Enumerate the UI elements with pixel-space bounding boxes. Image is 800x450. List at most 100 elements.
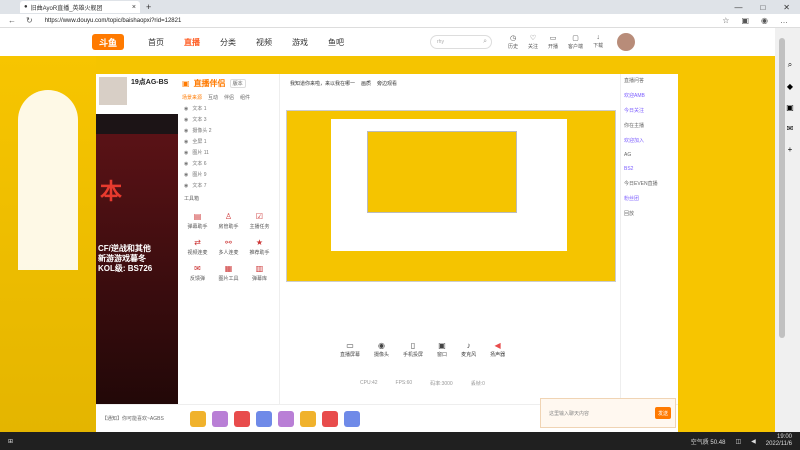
tool-recommend[interactable]: ★ 推荐助手 xyxy=(246,236,273,258)
tool-room-admin[interactable]: ♙ 房管助手 xyxy=(215,210,242,232)
source-item[interactable]: ◉ 全屏 1 xyxy=(178,136,279,147)
send-button[interactable]: 发送 xyxy=(655,407,671,419)
eye-icon[interactable]: ◉ xyxy=(184,150,188,156)
nav-live[interactable]: 直播 xyxy=(184,37,200,48)
gift-item[interactable] xyxy=(211,410,228,427)
follow-button[interactable]: ♡ 关注 xyxy=(528,34,538,50)
refresh-icon[interactable]: ↻ xyxy=(26,16,33,25)
poster-graphic: 本 xyxy=(100,179,123,204)
nav-game[interactable]: 游戏 xyxy=(292,37,308,48)
tool-label: 弹幕库 xyxy=(251,276,267,282)
eye-icon[interactable]: ◉ xyxy=(184,161,188,167)
gift-item[interactable] xyxy=(343,410,360,427)
profile-icon[interactable]: ◉ xyxy=(761,16,768,25)
client-button[interactable]: ▢ 客户端 xyxy=(568,34,583,50)
favorite-icon[interactable]: ☆ xyxy=(722,16,729,25)
source-item[interactable]: ◉ 摄像头 2 xyxy=(178,125,279,136)
nav-home[interactable]: 首页 xyxy=(148,37,164,48)
tool-multi-link[interactable]: ⚯ 多人连麦 xyxy=(215,236,242,258)
back-icon[interactable]: ← xyxy=(8,16,16,25)
eye-icon[interactable]: ◉ xyxy=(184,128,188,134)
source-item[interactable]: ◉ 文本 7 xyxy=(178,180,279,191)
window-capture-button[interactable]: ▣ 窗口 xyxy=(437,341,447,358)
tool-feedback[interactable]: ✉ 反馈弹 xyxy=(184,262,211,284)
gift-item[interactable] xyxy=(277,410,294,427)
quality-button[interactable]: 画质 xyxy=(361,80,371,87)
speaker-button[interactable]: ◀ 扬声器 xyxy=(490,341,505,358)
eye-icon[interactable]: ◉ xyxy=(184,117,188,123)
site-search-input[interactable]: rhy ⌕ xyxy=(430,35,492,49)
close-window-button[interactable]: ✕ xyxy=(783,3,790,12)
office-icon[interactable]: ▣ xyxy=(786,103,794,112)
new-tab-icon[interactable]: + xyxy=(146,2,151,12)
address-bar: ← ↻ https://www.douyu.com/topic/baishaop… xyxy=(0,14,800,28)
volume-icon[interactable]: ◀ xyxy=(751,438,756,445)
eye-icon[interactable]: ◉ xyxy=(184,139,188,145)
network-icon[interactable]: ◫ xyxy=(735,438,741,445)
tool-danmu-assistant[interactable]: ▤ 弹幕助手 xyxy=(184,210,211,232)
download-button[interactable]: ↓ 下载 xyxy=(593,34,603,50)
history-button[interactable]: ◷ 历史 xyxy=(508,34,518,50)
clock[interactable]: 19:00 2022/11/6 xyxy=(766,434,792,448)
more-icon[interactable]: … xyxy=(780,16,788,25)
nav-category[interactable]: 分类 xyxy=(220,37,236,48)
clock-time: 19:00 xyxy=(776,434,792,440)
eye-icon[interactable]: ◉ xyxy=(184,183,188,189)
broadcast-button[interactable]: ▭ 开播 xyxy=(548,34,558,50)
camera-button[interactable]: ◉ 摄像头 xyxy=(374,341,389,358)
chat-input[interactable]: 这里输入聊天内容 发送 xyxy=(540,398,676,428)
gift-item[interactable] xyxy=(233,410,250,427)
mic-button[interactable]: ♪ 麦克风 xyxy=(461,341,476,358)
version-badge[interactable]: 版本 xyxy=(229,78,246,88)
gift-item[interactable] xyxy=(321,410,338,427)
site-logo[interactable]: 斗鱼 xyxy=(92,34,124,50)
live-player: 19点AG-BS 本 CF/逆战和其他 新游游戏暮冬 KOL级: BS726 ▣… xyxy=(96,74,678,432)
app-brand: ▣ 直播伴侣 版本 xyxy=(178,74,279,92)
tools-grid: ▤ 弹幕助手 ♙ 房管助手 ☑ 主播任务 ⇄ 视频连麦 ⚯ 多人连麦 ★ 推荐助手 ✉ 反馈弹… xyxy=(178,206,279,288)
eye-icon[interactable]: ◉ xyxy=(184,106,188,112)
url-field[interactable]: https://www.douyu.com/topic/baishaopxi?r… xyxy=(45,18,182,24)
bag-icon[interactable]: ◆ xyxy=(787,82,793,91)
camera-icon: ▭ xyxy=(549,35,557,42)
gift-item[interactable] xyxy=(189,410,206,427)
minimize-button[interactable]: — xyxy=(734,3,742,12)
source-item[interactable]: ◉ 文本 3 xyxy=(178,114,279,125)
tab-widgets[interactable]: 组件 xyxy=(240,94,250,101)
tab-scene-source[interactable]: 场景来源 xyxy=(182,94,202,101)
gift-item[interactable] xyxy=(255,410,272,427)
weather-label[interactable]: 空气质 50.48 xyxy=(691,437,726,446)
search-icon[interactable]: ⌕ xyxy=(483,38,487,46)
tab-partner[interactable]: 伴侣 xyxy=(224,94,234,101)
tab-interact[interactable]: 互动 xyxy=(208,94,218,101)
tool-danmu-lib[interactable]: ▥ 弹幕库 xyxy=(246,262,273,284)
source-item[interactable]: ◉ 文本 6 xyxy=(178,158,279,169)
maximize-button[interactable]: □ xyxy=(760,3,765,12)
source-item[interactable]: ◉ 图片 9 xyxy=(178,169,279,180)
collections-icon[interactable]: ▣ xyxy=(741,16,749,25)
brand-name: 直播伴侣 xyxy=(193,78,226,88)
phone-icon: ▯ xyxy=(410,340,416,350)
screen-capture-button[interactable]: ▭ 直播屏幕 xyxy=(340,341,360,358)
nav-video[interactable]: 视频 xyxy=(256,37,272,48)
outlook-icon[interactable]: ✉ xyxy=(787,124,794,133)
mic-icon: ♪ xyxy=(466,340,471,350)
add-icon[interactable]: + xyxy=(788,145,793,154)
browser-tab[interactable]: ● 旧曲AyoR直播_英雄火舰团 × xyxy=(20,1,140,13)
tool-streamer-task[interactable]: ☑ 主播任务 xyxy=(246,210,273,232)
source-list: ◉ 文本 1 ◉ 文本 3 ◉ 摄像头 2 ◉ 全屏 1 ◉ 图片 11 ◉ 文本 6 ◉ 图… xyxy=(178,103,279,191)
tool-video-link[interactable]: ⇄ 视频连麦 xyxy=(184,236,211,258)
gift-item[interactable] xyxy=(299,410,316,427)
streamer-avatar xyxy=(99,77,127,105)
eye-icon[interactable]: ◉ xyxy=(184,172,188,178)
side-view-button[interactable]: 旁边观看 xyxy=(377,80,397,87)
start-icon[interactable]: ⊞ xyxy=(8,438,13,445)
search-icon[interactable]: ⌕ xyxy=(788,60,792,70)
streamer-card[interactable]: 19点AG-BS xyxy=(96,74,178,114)
close-tab-icon[interactable]: × xyxy=(132,4,136,11)
phone-cast-button[interactable]: ▯ 手机投屏 xyxy=(403,341,423,358)
tool-image[interactable]: ▦ 图片工具 xyxy=(215,262,242,284)
nav-yuba[interactable]: 鱼吧 xyxy=(328,37,344,48)
user-avatar[interactable] xyxy=(617,33,636,51)
source-item[interactable]: ◉ 图片 11 xyxy=(178,147,279,158)
source-item[interactable]: ◉ 文本 1 xyxy=(178,103,279,114)
